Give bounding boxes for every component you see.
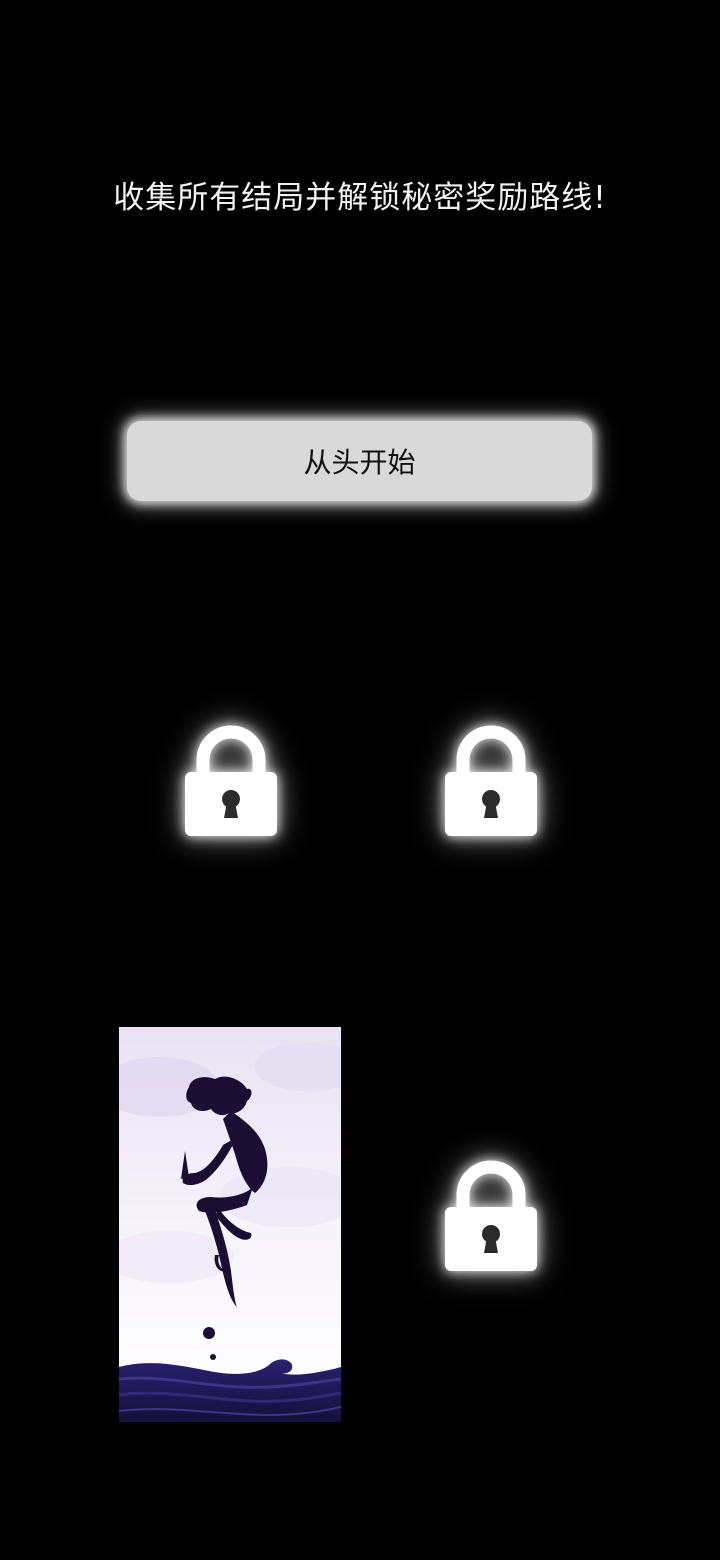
restart-button-label: 从头开始: [303, 446, 416, 479]
ending-slot-1-locked[interactable]: [176, 718, 286, 848]
ending-slot-3-unlocked[interactable]: [119, 1027, 341, 1422]
padlock-icon: [185, 725, 277, 836]
ending-slot-2-locked[interactable]: [436, 718, 546, 848]
restart-button[interactable]: 从头开始: [127, 421, 592, 501]
padlock-icon: [445, 1160, 537, 1271]
ending-thumbnail-image: [119, 1027, 341, 1422]
padlock-icon: [445, 725, 537, 836]
ending-slot-4-locked[interactable]: [436, 1153, 546, 1283]
page-title: 收集所有结局并解锁秘密奖励路线!: [113, 180, 607, 216]
